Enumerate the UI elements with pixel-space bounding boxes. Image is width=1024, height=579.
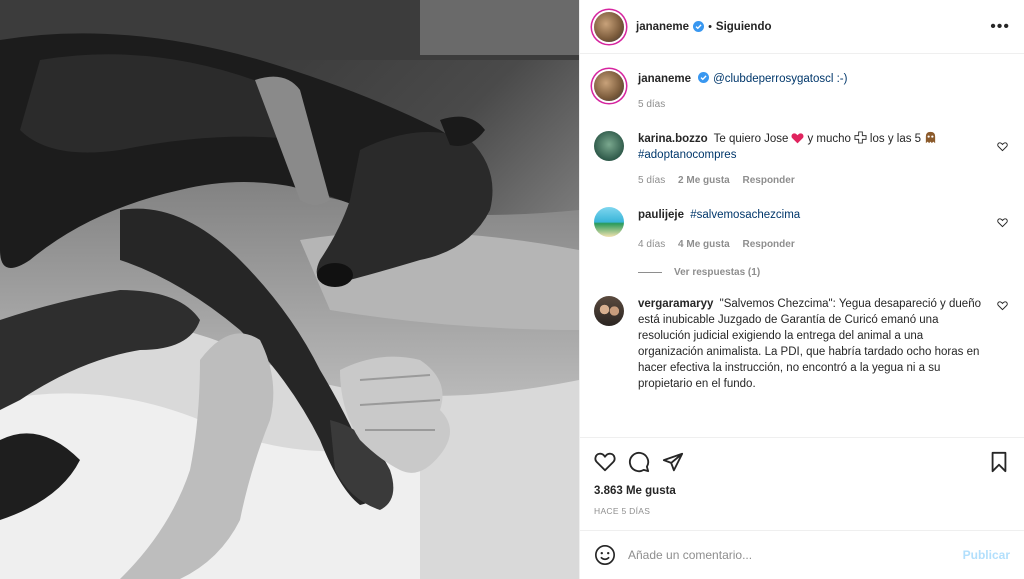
comment-username[interactable]: karina.bozzo [638, 133, 708, 145]
caption: jananeme @clubdeperrosygatoscl :-) 5 días [594, 71, 1010, 113]
comment-username[interactable]: vergaramaryy [638, 298, 713, 310]
commenter-avatar[interactable] [594, 131, 624, 161]
following-button[interactable]: Siguiendo [716, 21, 772, 33]
comment-text: "Salvemos Chezcima": Yegua desapareció y… [638, 298, 981, 390]
separator-dot: • [708, 20, 712, 33]
view-replies-label: Ver respuestas (1) [674, 267, 761, 278]
comment-time[interactable]: 5 días [638, 175, 665, 186]
comment-text: y mucho [807, 133, 851, 145]
comment-text: los y las 5 [869, 133, 922, 145]
post-actions: 3.863 Me gusta HACE 5 DÍAS [580, 437, 1024, 529]
heart-icon[interactable] [997, 300, 1008, 311]
comment-item: vergaramaryy "Salvemos Chezcima": Yegua … [594, 296, 1010, 392]
post-side-panel: jananeme • Siguiendo ••• jananeme @clubde… [579, 0, 1024, 579]
ghost-emoji-icon [925, 131, 936, 144]
heart-icon[interactable] [594, 451, 616, 473]
instagram-post-modal: jananeme • Siguiendo ••• jananeme @clubde… [0, 0, 1024, 579]
more-icon[interactable]: ••• [990, 18, 1010, 34]
add-comment-bar: Añade un comentario... Publicar [580, 530, 1024, 579]
comment-icon[interactable] [628, 451, 650, 473]
heart-icon[interactable] [997, 217, 1008, 228]
author-avatar[interactable] [594, 71, 624, 101]
commenter-avatar[interactable] [594, 296, 624, 326]
commenter-avatar[interactable] [594, 207, 624, 237]
post-timestamp[interactable]: HACE 5 DÍAS [594, 506, 1010, 516]
heart-emoji-icon [791, 133, 804, 144]
comment-text: Te quiero Jose [713, 133, 789, 145]
post-photo[interactable] [0, 0, 579, 579]
author-avatar[interactable] [594, 11, 624, 42]
comment-username[interactable]: paulijeje [638, 209, 684, 221]
heart-icon[interactable] [997, 141, 1008, 152]
comment-likes[interactable]: 2 Me gusta [678, 175, 730, 186]
view-replies-button[interactable]: Ver respuestas (1) [638, 267, 1010, 278]
author-username[interactable]: jananeme [636, 21, 689, 33]
comments-list[interactable]: jananeme @clubdeperrosygatoscl :-) 5 días… [580, 55, 1024, 436]
save-icon[interactable] [988, 451, 1010, 473]
likes-count[interactable]: 3.863 Me gusta [594, 485, 1010, 497]
reply-button[interactable]: Responder [743, 239, 795, 250]
reply-button[interactable]: Responder [743, 175, 795, 186]
comment-input[interactable]: Añade un comentario... [628, 548, 963, 562]
comment-item: paulijeje #salvemosachezcima 4 días 4 Me… [594, 207, 1010, 253]
caption-username[interactable]: jananeme [638, 73, 691, 85]
verified-icon [693, 21, 705, 32]
verified-icon [698, 72, 710, 83]
share-icon[interactable] [662, 451, 684, 473]
post-header: jananeme • Siguiendo ••• [580, 0, 1024, 54]
emoji-icon[interactable] [594, 544, 616, 566]
plus-emoji-icon [854, 131, 867, 144]
caption-text: @clubdeperrosygatoscl :-) [713, 73, 848, 85]
comment-time[interactable]: 4 días [638, 239, 665, 250]
hashtag-link[interactable]: #adoptanocompres [638, 149, 736, 161]
hashtag-link[interactable]: #salvemosachezcima [690, 209, 800, 221]
caption-time[interactable]: 5 días [638, 99, 665, 110]
publish-button[interactable]: Publicar [963, 548, 1010, 562]
comment-likes[interactable]: 4 Me gusta [678, 239, 730, 250]
replies-divider [638, 272, 662, 273]
comment-item: karina.bozzo Te quiero Jose y mucho los y … [594, 131, 1010, 189]
